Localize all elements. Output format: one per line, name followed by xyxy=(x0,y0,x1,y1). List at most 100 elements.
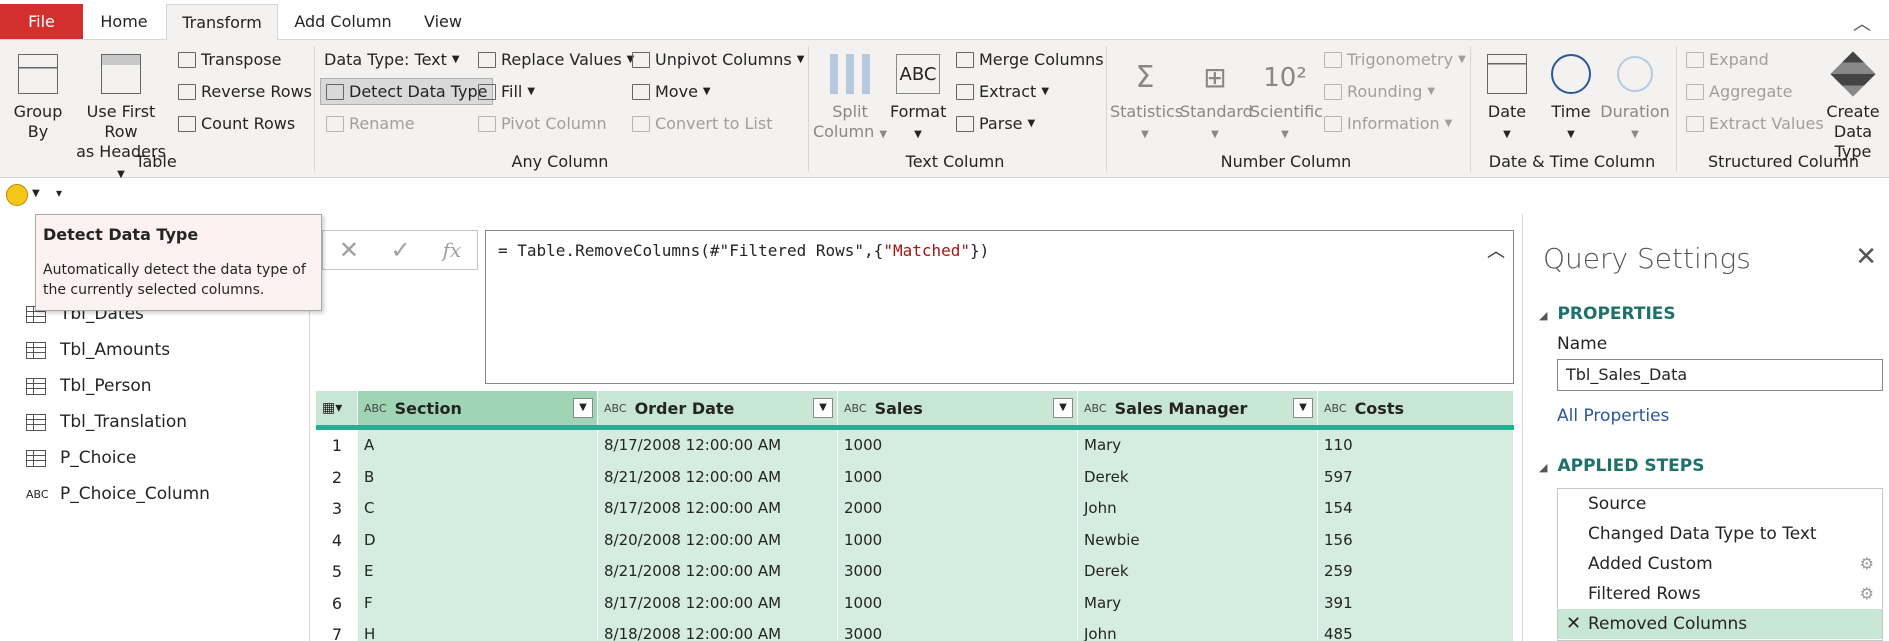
cell[interactable]: John xyxy=(1078,619,1318,641)
scientific-button[interactable]: 10² Scientific ▼ xyxy=(1250,54,1323,145)
table-row[interactable]: 2 B 8/21/2008 12:00:00 AM 1000 Derek 597 xyxy=(316,461,1514,493)
query-item[interactable]: P_Choice xyxy=(26,448,136,468)
format-button[interactable]: ABC Format ▼ xyxy=(890,54,946,145)
pivot-column-button[interactable]: Pivot Column xyxy=(478,114,607,133)
filter-dropdown-icon[interactable]: ▼ xyxy=(1293,398,1313,418)
information-button[interactable]: Information ▼ xyxy=(1324,114,1452,133)
query-name-input[interactable]: Tbl_Sales_Data xyxy=(1557,359,1883,391)
extract-values-button[interactable]: Extract Values xyxy=(1686,114,1824,133)
expand-button[interactable]: Expand xyxy=(1686,50,1769,69)
table-row[interactable]: 6 F 8/17/2008 12:00:00 AM 1000 Mary 391 xyxy=(316,587,1514,619)
cell[interactable]: 1000 xyxy=(838,587,1078,619)
customize-toolbar-icon[interactable]: ▾ xyxy=(56,186,62,200)
merge-columns-button[interactable]: Merge Columns xyxy=(956,50,1104,69)
smiley-feedback-icon[interactable] xyxy=(6,184,28,206)
all-properties-link[interactable]: All Properties xyxy=(1557,406,1669,426)
cell[interactable]: 8/17/2008 12:00:00 AM xyxy=(598,587,838,619)
convert-to-list-button[interactable]: Convert to List xyxy=(632,114,772,133)
cell[interactable]: Derek xyxy=(1078,556,1318,588)
step-item[interactable]: Added Custom ⚙ xyxy=(1558,549,1882,579)
cell[interactable]: 110 xyxy=(1318,430,1514,462)
cell[interactable]: 8/20/2008 12:00:00 AM xyxy=(598,524,838,556)
gear-icon[interactable]: ⚙ xyxy=(1860,579,1874,609)
aggregate-button[interactable]: Aggregate xyxy=(1686,82,1792,101)
rounding-button[interactable]: Rounding ▼ xyxy=(1324,82,1435,101)
cell[interactable]: 154 xyxy=(1318,493,1514,525)
fill-button[interactable]: Fill ▼ xyxy=(478,82,535,101)
group-by-button[interactable]: Group By xyxy=(8,54,68,142)
query-item[interactable]: Tbl_Person xyxy=(26,376,152,396)
fx-icon[interactable]: fx xyxy=(442,238,461,262)
count-rows-button[interactable]: Count Rows xyxy=(178,114,295,133)
step-item[interactable]: ✕ Removed Columns xyxy=(1558,609,1882,639)
cell[interactable]: 1000 xyxy=(838,524,1078,556)
step-item[interactable]: Filtered Rows ⚙ xyxy=(1558,579,1882,609)
rename-button[interactable]: Rename xyxy=(326,114,415,133)
cell[interactable]: 8/18/2008 12:00:00 AM xyxy=(598,619,838,641)
tab-transform[interactable]: Transform xyxy=(166,4,278,41)
cell[interactable]: 8/21/2008 12:00:00 AM xyxy=(598,556,838,588)
step-item[interactable]: Changed Data Type to Text xyxy=(1558,519,1882,549)
cell[interactable]: A xyxy=(358,430,598,462)
cell[interactable]: 2000 xyxy=(838,493,1078,525)
cell[interactable]: Derek xyxy=(1078,461,1318,493)
duration-button[interactable]: Duration ▼ xyxy=(1600,54,1670,145)
tab-view[interactable]: View xyxy=(410,4,476,40)
statistics-button[interactable]: Σ Statistics ▼ xyxy=(1110,54,1183,145)
cell[interactable]: 597 xyxy=(1318,461,1514,493)
cell[interactable]: 3000 xyxy=(838,556,1078,588)
move-button[interactable]: Move ▼ xyxy=(632,82,711,101)
column-header-section[interactable]: ABC Section ▼ xyxy=(358,391,598,425)
collapse-ribbon-icon[interactable]: ︿ xyxy=(1853,10,1871,36)
cell[interactable]: John xyxy=(1078,493,1318,525)
cell[interactable]: 3000 xyxy=(838,619,1078,641)
column-header-costs[interactable]: ABC Costs xyxy=(1318,391,1514,425)
tab-add-column[interactable]: Add Column xyxy=(284,4,402,40)
cell[interactable]: F xyxy=(358,587,598,619)
cancel-icon[interactable]: ✕ xyxy=(339,236,359,264)
chevron-down-icon[interactable]: ▼ xyxy=(32,188,40,199)
reverse-rows-button[interactable]: Reverse Rows xyxy=(178,82,312,101)
standard-button[interactable]: ⊞ Standard ▼ xyxy=(1180,54,1253,145)
filter-dropdown-icon[interactable]: ▼ xyxy=(813,398,833,418)
table-row[interactable]: 1 A 8/17/2008 12:00:00 AM 1000 Mary 110 xyxy=(316,430,1514,462)
query-item[interactable]: ABC P_Choice_Column xyxy=(26,484,210,504)
cell[interactable]: 156 xyxy=(1318,524,1514,556)
step-item[interactable]: Source xyxy=(1558,489,1882,519)
query-item[interactable]: Tbl_Translation xyxy=(26,412,187,432)
create-data-type-button[interactable]: Create Data Type xyxy=(1820,51,1886,162)
cell[interactable]: Mary xyxy=(1078,587,1318,619)
properties-heading[interactable]: PROPERTIES xyxy=(1539,304,1675,324)
cell[interactable]: 1000 xyxy=(838,461,1078,493)
formula-input[interactable]: = Table.RemoveColumns(#"Filtered Rows",{… xyxy=(485,230,1514,384)
split-column-button[interactable]: Split Column ▼ xyxy=(812,54,888,145)
cell[interactable]: 259 xyxy=(1318,556,1514,588)
cell[interactable]: H xyxy=(358,619,598,641)
filter-dropdown-icon[interactable]: ▼ xyxy=(573,398,593,418)
extract-button[interactable]: Extract ▼ xyxy=(956,82,1049,101)
cell[interactable]: 485 xyxy=(1318,619,1514,641)
cell[interactable]: B xyxy=(358,461,598,493)
cell[interactable]: 8/17/2008 12:00:00 AM xyxy=(598,430,838,462)
table-menu-icon[interactable]: ▦▾ xyxy=(316,391,358,425)
chevron-up-icon[interactable]: ︿ xyxy=(1487,237,1505,263)
table-row[interactable]: 7 H 8/18/2008 12:00:00 AM 3000 John 485 xyxy=(316,619,1514,641)
close-icon[interactable]: ✕ xyxy=(1855,242,1877,272)
unpivot-columns-button[interactable]: Unpivot Columns ▼ xyxy=(632,50,804,69)
cell[interactable]: Newbie xyxy=(1078,524,1318,556)
column-header-sales-manager[interactable]: ABC Sales Manager ▼ xyxy=(1078,391,1318,425)
tab-home[interactable]: Home xyxy=(88,4,160,40)
query-item[interactable]: Tbl_Amounts xyxy=(26,340,170,360)
cell[interactable]: 391 xyxy=(1318,587,1514,619)
filter-dropdown-icon[interactable]: ▼ xyxy=(1053,398,1073,418)
cell[interactable]: C xyxy=(358,493,598,525)
trigonometry-button[interactable]: Trigonometry ▼ xyxy=(1324,50,1466,69)
replace-values-button[interactable]: Replace Values ▼ xyxy=(478,50,634,69)
parse-button[interactable]: Parse ▼ xyxy=(956,114,1035,133)
applied-steps-heading[interactable]: APPLIED STEPS xyxy=(1539,456,1704,476)
cell[interactable]: 8/17/2008 12:00:00 AM xyxy=(598,493,838,525)
data-type-dropdown[interactable]: Data Type: Text ▼ xyxy=(324,50,460,69)
cell[interactable]: 8/21/2008 12:00:00 AM xyxy=(598,461,838,493)
delete-step-icon[interactable]: ✕ xyxy=(1566,609,1581,639)
cell[interactable]: D xyxy=(358,524,598,556)
